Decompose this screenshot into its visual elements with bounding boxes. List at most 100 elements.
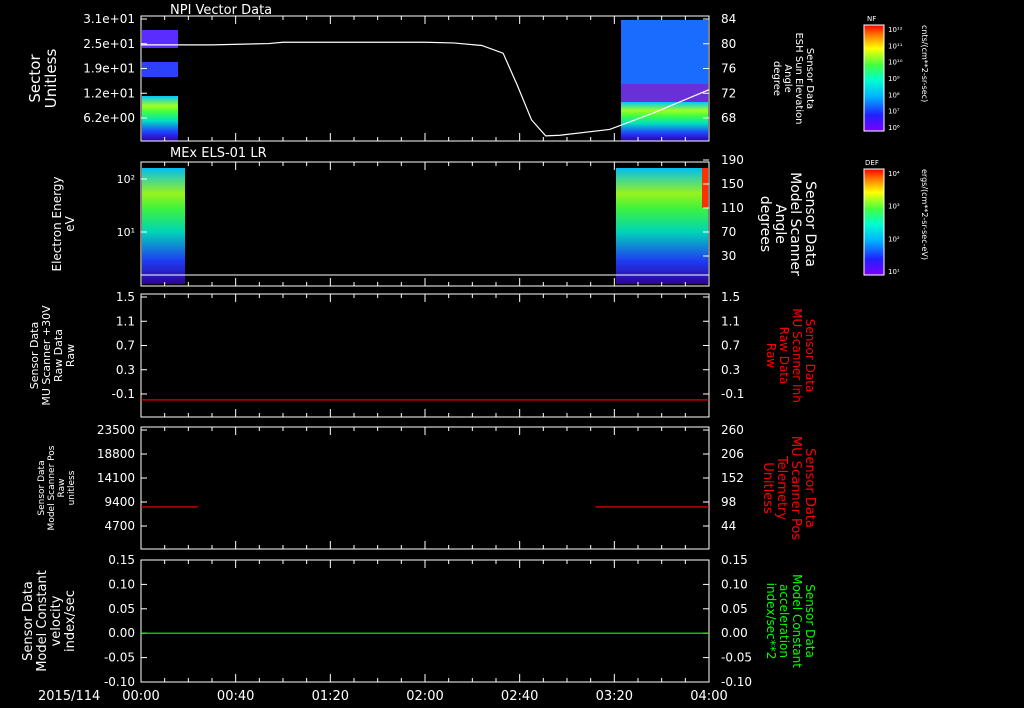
right-axis-label: MU Scanner Inh: [790, 308, 804, 403]
colorbar-2: DEF 10⁴ 10³ 10² 10¹ ergs/(cm**2-sr-sec-eV): [863, 159, 929, 276]
right-tick-label: -0.1: [721, 387, 744, 401]
left-tick-label: 4700: [104, 519, 135, 533]
spectrogram-block-right: [621, 84, 708, 102]
colorbar-tick-label: 10¹: [888, 268, 900, 276]
right-tick-label: 80: [721, 37, 736, 51]
left-tick-label: 9400: [104, 495, 135, 509]
colorbar-1: NF 10¹² 10¹¹ 10¹⁰ 10⁹ 10⁸ 10⁷ 10⁶ cnts/(cm**2-…: [863, 15, 929, 132]
right-axis-label: ESH Sun Elevation: [793, 32, 804, 124]
left-tick-label: 3.1e+01: [83, 12, 135, 26]
colorbar-tick-label: 10¹²: [888, 26, 903, 34]
right-axis-label: Sensor Data: [803, 584, 817, 658]
right-tick-label: 1.1: [721, 314, 740, 328]
left-tick-label: 1.1: [116, 314, 135, 328]
spectrogram-block-right: [621, 20, 708, 85]
spectrogram-block-left: [142, 168, 185, 284]
time-axis-labels: 00:00 00:40 01:20 02:00 02:40 03:20 04:00: [122, 689, 727, 704]
right-axis-label: Unitless: [760, 462, 775, 514]
right-axis-label: Model Constant: [790, 574, 804, 668]
right-axis-label: index/sec**2: [764, 583, 778, 660]
right-axis-label: Sensor Data: [802, 181, 818, 267]
spectrogram-block-left: [142, 62, 178, 77]
time-tick-label: 03:20: [596, 689, 633, 704]
left-tick-label: 0.7: [116, 339, 135, 353]
right-axis-label: Raw: [764, 343, 778, 368]
colorbar-2-scale: [863, 168, 885, 276]
right-tick-label: 76: [721, 62, 736, 76]
right-tick-label: 68: [721, 111, 736, 125]
colorbar-2-title: DEF: [865, 159, 879, 167]
left-axis-label: Unitless: [42, 49, 60, 109]
colorbar-tick-label: 10¹⁰: [888, 59, 903, 67]
colorbar-1-unit: cnts/(cm**2-sr-sec): [920, 25, 929, 102]
right-tick-label: 0.10: [721, 577, 748, 591]
right-tick-label: 30: [721, 249, 736, 263]
left-axis-label: unitless: [67, 470, 77, 505]
time-tick-label: 02:00: [406, 689, 443, 704]
left-tick-label: 10¹: [117, 226, 135, 239]
left-tick-label: 2.5e+01: [83, 37, 135, 51]
right-axis-label: Model Scanner: [787, 172, 803, 276]
left-tick-label: 0.10: [108, 577, 135, 591]
right-tick-label: 0.05: [721, 602, 748, 616]
panel-1-spectrogram: [142, 20, 708, 141]
left-tick-label: -0.05: [104, 651, 135, 665]
time-tick-label: 00:40: [217, 689, 254, 704]
right-tick-label: 0.15: [721, 553, 748, 567]
multi-panel-plot: NPI Vector Data MEx ELS-01 LR 3.1e+012.5…: [21, 3, 929, 704]
right-tick-label: 260: [721, 423, 744, 437]
spectrogram-block-left: [142, 96, 178, 141]
left-axis-label: Sensor Data: [37, 460, 47, 515]
left-tick-label: 23500: [97, 423, 135, 437]
right-axis-label: degree: [771, 61, 782, 96]
right-tick-label: 0.3: [721, 363, 740, 377]
left-axis-label: Model Constant: [35, 570, 50, 672]
spectrogram-edge-high: [702, 168, 708, 208]
right-tick-label: 98: [721, 495, 736, 509]
left-axis-label: index/sec: [63, 590, 78, 652]
right-tick-label: 84: [721, 12, 736, 26]
left-tick-label: 10²: [117, 173, 135, 186]
right-axis-label: Angle: [772, 204, 788, 244]
left-axis-label: Sensor Data: [21, 581, 36, 661]
left-tick-label: 1.2e+01: [83, 86, 135, 100]
colorbar-tick-label: 10⁷: [888, 108, 900, 116]
right-axis-labels: Sensor DataESH Sun ElevationAngledegreeS…: [757, 32, 818, 668]
right-axis-label: MU Scanner Pos: [788, 436, 803, 541]
left-tick-label: 6.2e+00: [83, 111, 135, 125]
left-tick-label: 1.9e+01: [83, 62, 135, 76]
right-axis-label: acceleration: [777, 584, 791, 658]
right-axis-label: degrees: [757, 196, 773, 252]
right-tick-label: 0.00: [721, 626, 748, 640]
right-tick-label: 110: [721, 201, 744, 215]
colorbar-tick-label: 10⁸: [888, 91, 900, 99]
panel-4-frame: [140, 426, 710, 550]
left-axis-label: velocity: [49, 595, 64, 646]
colorbar-2-unit: ergs/(cm**2-sr-sec-eV): [920, 169, 929, 260]
time-tick-label: 01:20: [312, 689, 349, 704]
colorbar-tick-label: 10⁶: [888, 124, 900, 132]
left-axis-label: Electron Energy: [50, 176, 64, 271]
right-tick-label: 70: [721, 225, 736, 239]
time-tick-label: 04:00: [690, 689, 727, 704]
right-axis-label: Telemetry: [774, 455, 789, 520]
left-tick-label: 0.15: [108, 553, 135, 567]
spectrogram-block-right: [616, 168, 708, 284]
left-tick-label: 18800: [97, 447, 135, 461]
colorbar-tick-label: 10³: [888, 203, 900, 211]
left-axis-labels: SectorUnitlessElectron Energy eVSensor Da…: [21, 49, 78, 672]
left-axis-label: Raw: [57, 479, 67, 498]
right-axis-label: Sensor Data: [804, 48, 815, 109]
date-label: 2015/114: [38, 689, 100, 704]
colorbar-tick-label: 10¹¹: [888, 42, 903, 50]
right-tick-label: 72: [721, 86, 736, 100]
left-tick-label: 0.05: [108, 602, 135, 616]
right-axis-label: Angle: [782, 64, 793, 92]
colorbar-1-title: NF: [867, 15, 876, 23]
right-tick-label: 0.7: [721, 339, 740, 353]
panel-2-title: MEx ELS-01 LR: [170, 146, 267, 161]
right-tick-label: -0.10: [721, 675, 752, 689]
left-tick-label: 14100: [97, 471, 135, 485]
colorbar-tick-label: 10⁹: [888, 75, 900, 83]
left-tick-label: 0.00: [108, 626, 135, 640]
